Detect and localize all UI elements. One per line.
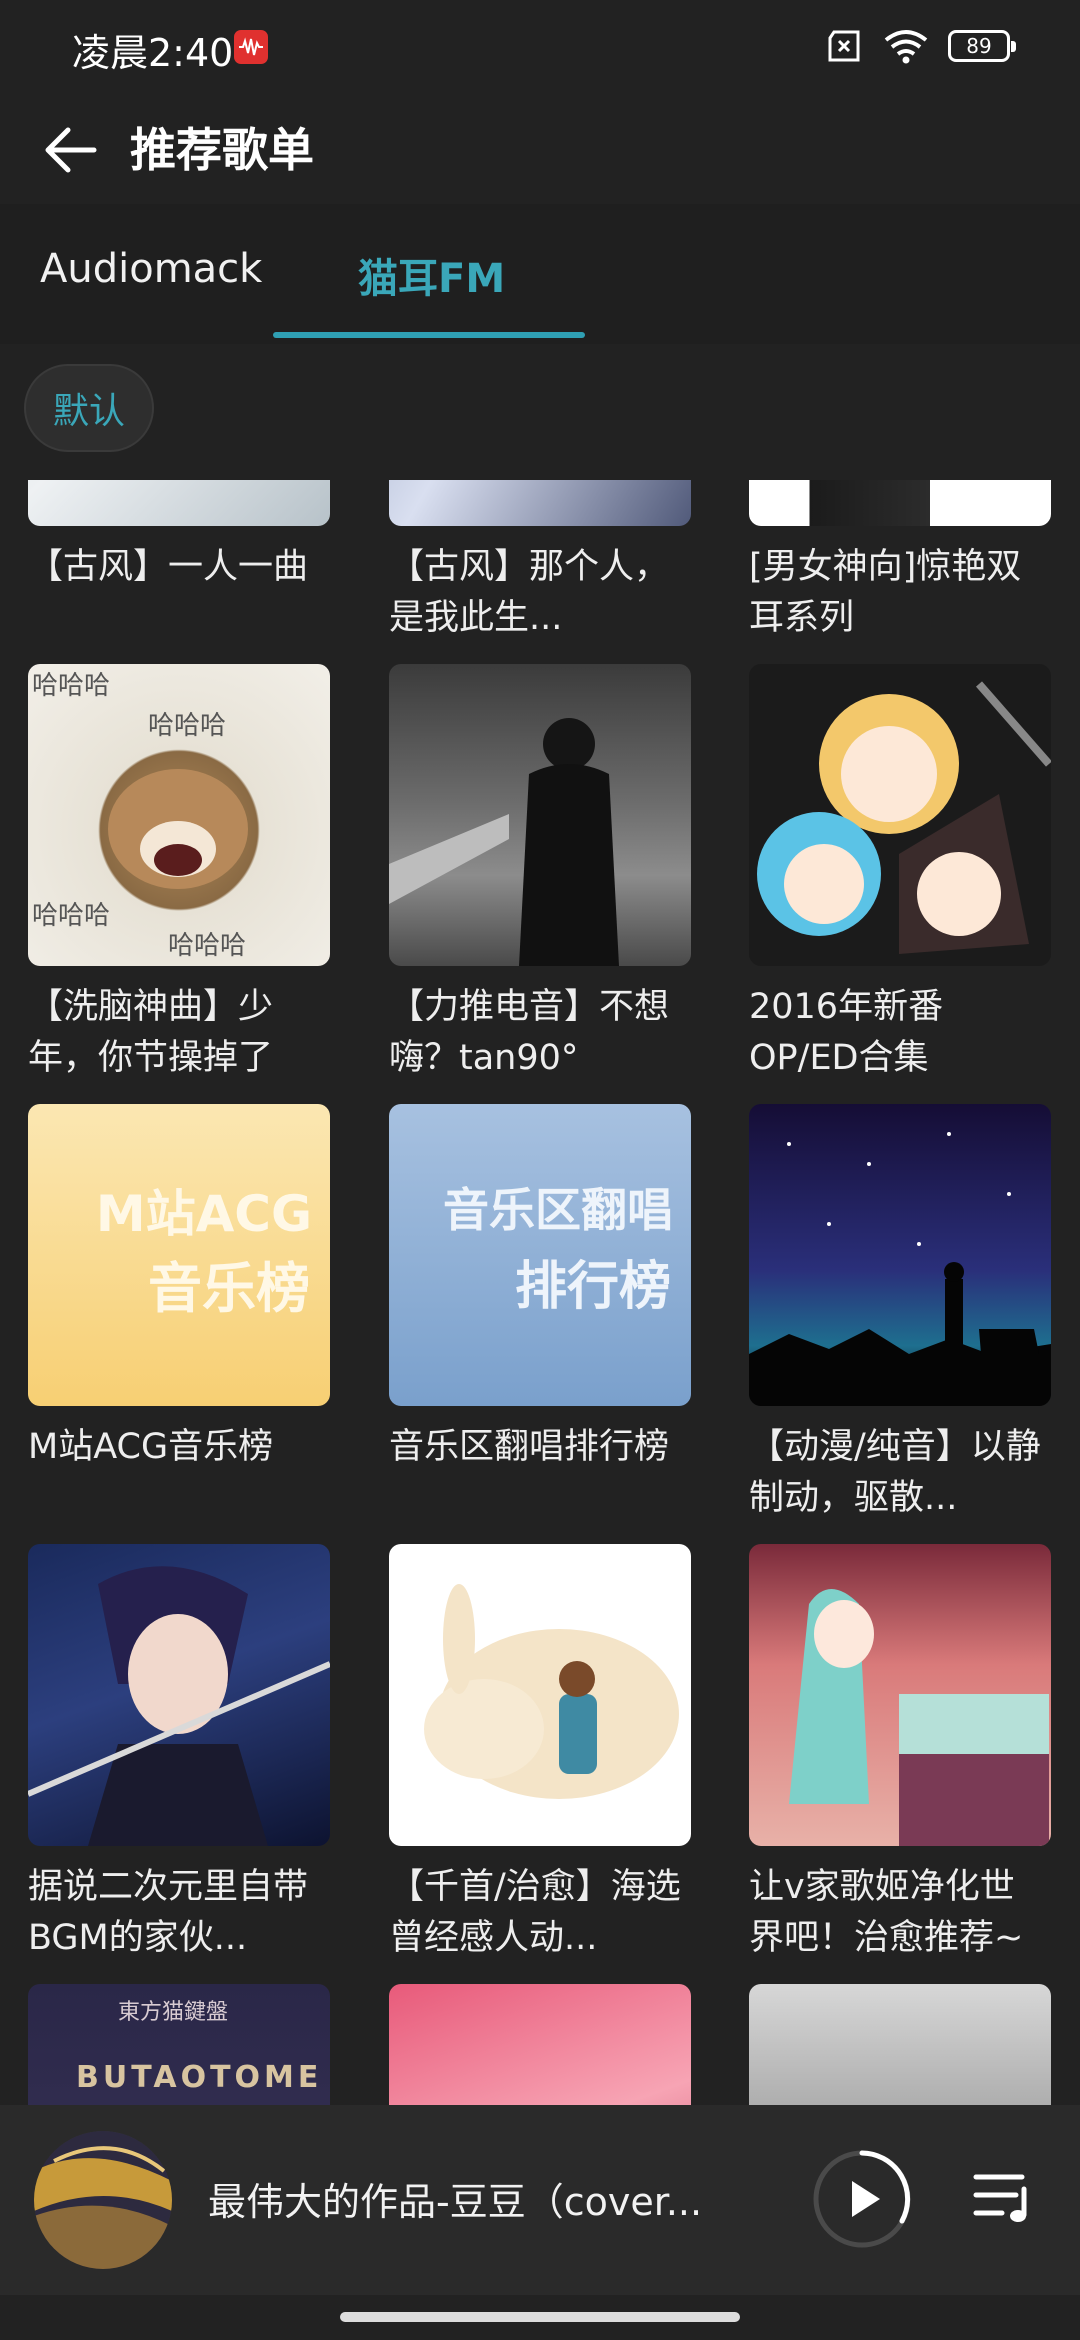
playlist-cover	[389, 1544, 691, 1846]
playlist-cover	[389, 480, 691, 526]
cover-overlay-text: 哈哈哈	[168, 931, 246, 961]
play-button[interactable]	[812, 2149, 912, 2249]
playlist-cover: M站ACG 音乐榜	[28, 1104, 330, 1406]
playlist-cover	[28, 480, 330, 526]
playlist-cover: 音乐区翻唱 排行榜	[389, 1104, 691, 1406]
cover-overlay-text: 哈哈哈	[32, 671, 110, 701]
sim-error-icon	[828, 30, 860, 62]
playlist-title: [男女神向]惊艳双耳系列	[749, 547, 1022, 638]
playlist-title: 【力推电音】不想嗨？tan90°	[389, 987, 670, 1078]
playlist-title: 据说二次元里自带BGM的家伙...	[28, 1867, 309, 1958]
wifi-icon	[884, 30, 928, 64]
playlist-title: 【洗脑神曲】少年，你节操掉了	[28, 987, 274, 1078]
cover-text: M站ACG	[95, 1185, 312, 1243]
tab-audiomack[interactable]: Audiomack	[40, 246, 262, 292]
now-playing-cover[interactable]	[34, 2131, 172, 2269]
playlist-title: 【古风】那个人，是我此生...	[389, 547, 670, 638]
sound-recorder-icon	[234, 30, 268, 64]
playlist-cover	[749, 1104, 1051, 1406]
back-arrow-icon[interactable]	[36, 116, 104, 184]
battery-icon: 89	[948, 30, 1016, 62]
playlist-cover	[749, 480, 1051, 526]
cover-text: 排行榜	[514, 1257, 671, 1317]
status-bar: 凌晨2:40 89	[0, 0, 1080, 96]
cover-text-overlay: 哈哈哈 哈哈哈 哈哈哈 哈哈哈	[32, 671, 248, 961]
playlist-cover	[749, 1984, 1051, 2105]
page-title: 推荐歌单	[130, 123, 314, 177]
playlist-cover	[749, 664, 1051, 966]
playlist-title: 【千首/治愈】海选曾经感人动...	[389, 1867, 681, 1958]
playlist-title: M站ACG音乐榜	[28, 1427, 274, 1467]
playlist-cover: 哈哈哈 哈哈哈 哈哈哈 哈哈哈	[28, 664, 330, 966]
cover-text: BUTAOTOME	[76, 2060, 323, 2095]
playlist-queue-icon[interactable]	[972, 2169, 1036, 2227]
cover-text: 音乐榜	[148, 1257, 310, 1320]
active-tab-indicator	[273, 332, 585, 338]
home-indicator[interactable]	[340, 2312, 740, 2322]
cover-text: 東方猫鍵盤	[118, 2000, 229, 2025]
tab-maoer-fm[interactable]: 猫耳FM	[358, 246, 505, 304]
cover-text: 音乐区翻唱	[443, 1183, 673, 1237]
playlist-cover: 東方猫鍵盤 BUTAOTOME	[28, 1984, 330, 2105]
playlist-cover	[389, 1984, 691, 2105]
playlist-cover	[389, 664, 691, 966]
playlist-title: 2016年新番OP/ED合集	[749, 987, 944, 1078]
cover-overlay-text: 哈哈哈	[148, 711, 226, 741]
playlist-grid: 【古风】一人一曲 【古风】那个人，是我此生... [男女神向]惊艳双耳系列 哈哈…	[0, 480, 1080, 2105]
top-bar: 推荐歌单	[0, 96, 1080, 204]
status-time: 凌晨2:40	[72, 31, 234, 75]
source-tabs: Audiomack 猫耳FM	[0, 204, 1080, 344]
cover-overlay-text: 哈哈哈	[32, 901, 110, 931]
playlist-title: 让v家歌姬净化世界吧！治愈推荐~	[749, 1867, 1024, 1958]
playlist-title: 【动漫/纯音】以静制动，驱散...	[749, 1427, 1041, 1518]
playlist-title: 音乐区翻唱排行榜	[389, 1427, 670, 1467]
playlist-title: 【古风】一人一曲	[28, 547, 309, 587]
playlist-cover	[749, 1544, 1051, 1846]
playlist-cover	[28, 1544, 330, 1846]
filter-chip-default[interactable]: 默认	[24, 364, 154, 452]
now-playing-title[interactable]: 最伟大的作品-豆豆（cover...	[208, 2171, 748, 2226]
mini-player[interactable]: 最伟大的作品-豆豆（cover...	[0, 2105, 1080, 2295]
